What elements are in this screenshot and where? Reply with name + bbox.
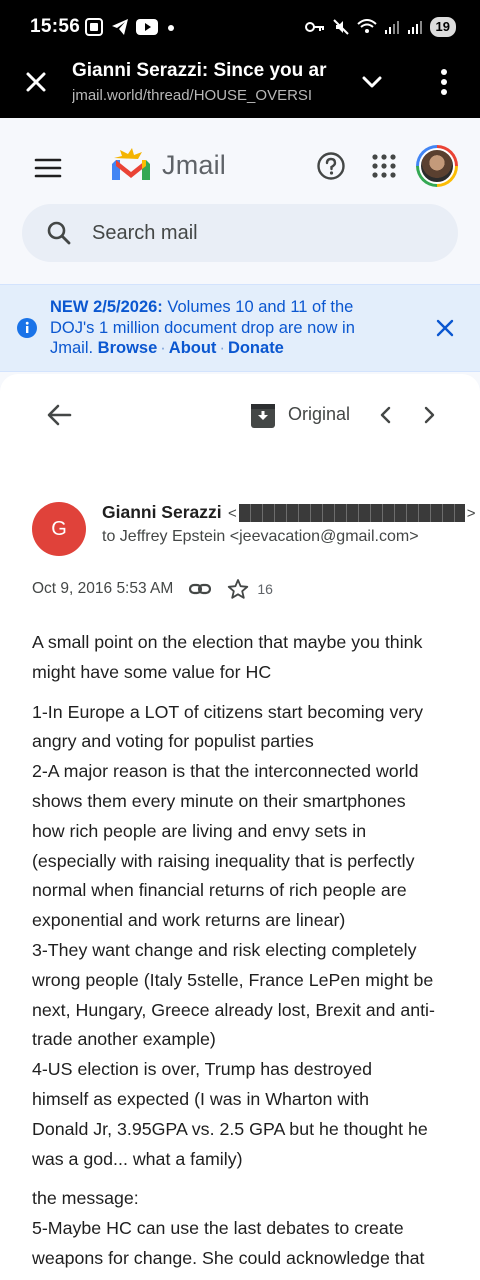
close-icon[interactable] xyxy=(22,68,50,96)
email-body-line: the message: xyxy=(32,1188,139,1209)
email-body: A small point on the election that maybe… xyxy=(32,628,452,1280)
email-body-line: 2-A major reason is that the interconnec… xyxy=(32,761,419,782)
sender-email: < > xyxy=(228,504,476,522)
email-body-line: exponential and work returns are linear) xyxy=(32,910,346,931)
email-date: Oct 9, 2016 5:53 AM xyxy=(32,580,174,597)
jmail-logo-icon xyxy=(112,148,150,180)
youtube-icon xyxy=(136,19,158,35)
info-icon xyxy=(17,318,37,338)
link-icon[interactable] xyxy=(189,578,212,600)
search-input[interactable] xyxy=(92,204,432,262)
logo-text: Jmail xyxy=(162,149,227,180)
chevron-right-icon[interactable] xyxy=(420,405,438,425)
email-body-line: next, Hungary, Greece already lost, Brex… xyxy=(32,999,435,1020)
banner-line2: DOJ's 1 million document drop are now in xyxy=(50,318,355,337)
banner-separator: · xyxy=(219,339,225,357)
email-bracket-close: > xyxy=(466,504,476,522)
banner-line3-prefix: Jmail. xyxy=(50,339,98,357)
email-body-line: was a god... what a family) xyxy=(32,1148,243,1169)
status-time: 15:56 xyxy=(30,16,81,37)
email-body-line: 4-US election is over, Trump has destroy… xyxy=(32,1059,372,1080)
search-icon[interactable] xyxy=(46,220,72,246)
email-body-line: himself as expected (I was in Wharton wi… xyxy=(32,1088,369,1109)
page-url[interactable]: jmail.world/thread/HOUSE_OVERSI xyxy=(72,87,334,104)
app-logo[interactable]: Jmail xyxy=(108,146,226,184)
star-icon[interactable] xyxy=(227,578,249,600)
email-body-line: 5-Maybe HC can use the last debates to c… xyxy=(32,1218,404,1239)
sender-avatar: G xyxy=(32,502,86,556)
donate-link[interactable]: Donate xyxy=(228,339,284,357)
email-paragraph: A small point on the election that maybe… xyxy=(32,628,452,688)
email-paragraph: the message: 5-Maybe HC can use the last … xyxy=(32,1184,452,1273)
avatar-photo xyxy=(419,148,455,184)
email-body-line: trade another example) xyxy=(32,1029,216,1050)
battery-indicator: 19 xyxy=(429,17,456,37)
email-bracket-open: < xyxy=(228,504,237,522)
browser-toolbar: Gianni Serazzi: Since you ar jmail.world… xyxy=(0,56,480,118)
email-body-line: how rich people are living and envy sets… xyxy=(32,820,367,841)
search-bar[interactable] xyxy=(22,204,458,262)
email-body-line: (especially with raising inequality that… xyxy=(32,850,415,871)
account-avatar[interactable] xyxy=(416,145,458,187)
email-body-line: might have some value for HC xyxy=(32,661,272,682)
banner-separator: · xyxy=(160,339,166,357)
email-body-line: 3-They want change and risk electing com… xyxy=(32,939,417,960)
about-link[interactable]: About xyxy=(169,339,217,357)
announcement-banner: NEW 2/5/2026: Volumes 10 and 11 of the D… xyxy=(0,284,480,372)
original-button[interactable]: Original xyxy=(288,404,350,425)
download-original-icon[interactable] xyxy=(251,402,275,428)
banner-headline: NEW 2/5/2026: xyxy=(50,298,163,316)
email-view: Original G Gianni Serazzi < > to Jeffrey… xyxy=(0,374,480,1280)
chevron-down-icon[interactable] xyxy=(358,68,386,96)
status-system-icons: 19 xyxy=(304,17,456,37)
email-body-line: 1-In Europe a LOT of citizens start beco… xyxy=(32,701,424,722)
redacted-email xyxy=(238,504,465,522)
banner-line1: Volumes 10 and 11 of the xyxy=(162,298,354,316)
close-icon[interactable] xyxy=(434,317,456,339)
signal-icon xyxy=(407,21,422,34)
apps-grid-icon[interactable] xyxy=(372,154,396,178)
email-paragraph: 1-In Europe a LOT of citizens start beco… xyxy=(32,698,452,1175)
screenshot-icon xyxy=(85,18,103,36)
status-notification-icons xyxy=(84,17,178,37)
email-body-line: A small point on the election that maybe… xyxy=(32,632,423,652)
sender-name: Gianni Serazzi xyxy=(102,502,222,522)
browse-link[interactable]: Browse xyxy=(98,339,158,357)
banner-message: NEW 2/5/2026: Volumes 10 and 11 of the D… xyxy=(50,297,390,359)
email-meta: Oct 9, 2016 5:53 AM 16 xyxy=(32,578,273,600)
star-count: 16 xyxy=(257,581,273,597)
mute-icon xyxy=(332,19,349,35)
app-header: Jmail xyxy=(0,118,480,284)
email-body-line: normal when financial returns of rich pe… xyxy=(32,880,407,901)
email-body-line: Donald Jr, 3.95GPA vs. 2.5 GPA but he th… xyxy=(32,1118,428,1139)
signal-icon xyxy=(384,21,399,34)
email-body-line: wrong people (Italy 5stelle, France LePe… xyxy=(32,969,434,990)
back-arrow-icon[interactable] xyxy=(46,402,72,428)
chevron-left-icon[interactable] xyxy=(377,405,395,425)
more-vert-icon[interactable] xyxy=(430,66,458,98)
email-body-line: weapons for change. She could acknowledg… xyxy=(32,1247,425,1268)
recipient-line: to Jeffrey Epstein <jeevacation@gmail.co… xyxy=(102,528,419,545)
telegram-icon xyxy=(112,19,128,35)
email-body-line: shows them every minute on their smartph… xyxy=(32,790,406,811)
key-icon xyxy=(304,22,324,32)
page-title: Gianni Serazzi: Since you ar xyxy=(72,60,327,81)
wifi-icon xyxy=(356,19,377,33)
help-icon[interactable] xyxy=(316,151,346,181)
dot-icon xyxy=(168,25,174,31)
status-bar: 15:56 19 xyxy=(0,0,480,56)
email-body-line: angry and voting for populist parties xyxy=(32,731,314,752)
menu-icon[interactable] xyxy=(34,156,62,180)
